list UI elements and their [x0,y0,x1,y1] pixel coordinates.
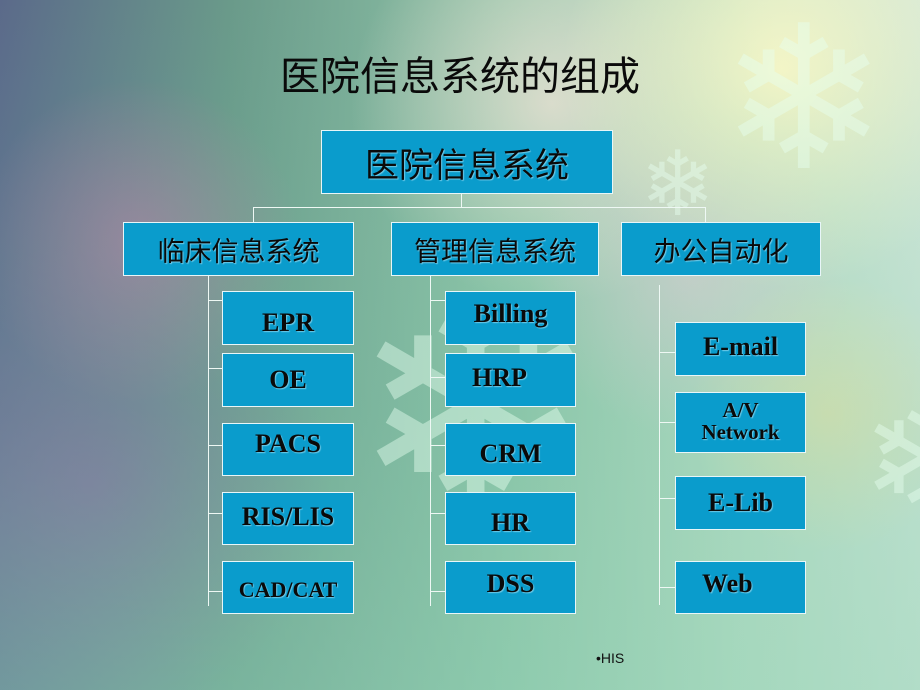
node-av-network: A/V Network [675,392,806,453]
branch-management: 管理信息系统 [391,222,599,276]
node-epr: EPR [222,291,354,345]
connector-line [208,445,222,446]
connector-line [430,445,445,446]
connector-line [253,207,705,208]
node-hrp: HRP [445,353,576,407]
node-web: Web [675,561,806,614]
slide-footer: •HIS [596,650,625,666]
connector-line [705,207,706,222]
root-node: 医院信息系统 [321,130,613,194]
connector-line [208,513,222,514]
node-e-lib: E-Lib [675,476,806,530]
node-pacs: PACS [222,423,354,476]
node-cad-cat: CAD/CAT [222,561,354,614]
node-email: E-mail [675,322,806,376]
connector-line [208,368,222,369]
connector-line [659,422,675,423]
node-oe: OE [222,353,354,407]
connector-line [208,276,209,606]
connector-line [430,276,431,606]
node-crm: CRM [445,423,576,476]
node-hr: HR [445,492,576,545]
connector-line [430,300,445,301]
connector-line [208,300,222,301]
connector-line [659,498,675,499]
node-billing: Billing [445,291,576,345]
connector-line [461,194,462,207]
slide-title: 医院信息系统的组成 [280,54,640,100]
connector-line [659,352,675,353]
branch-clinical: 临床信息系统 [123,222,354,276]
branch-office-automation: 办公自动化 [621,222,821,276]
connector-line [430,513,445,514]
connector-line [253,207,254,222]
node-dss: DSS [445,561,576,614]
node-ris-lis: RIS/LIS [222,492,354,545]
connector-line [208,591,222,592]
connector-line [659,285,660,605]
connector-line [430,591,445,592]
connector-line [659,587,675,588]
connector-line [430,377,445,378]
